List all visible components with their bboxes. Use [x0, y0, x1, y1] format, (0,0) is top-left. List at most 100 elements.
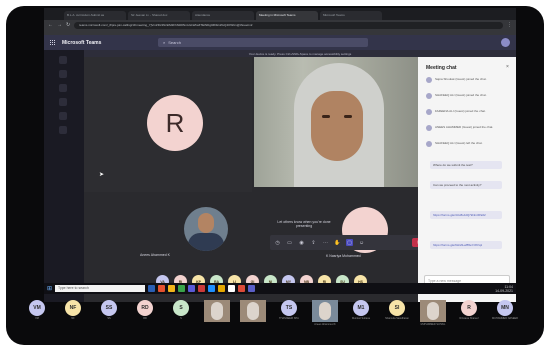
video-person-eye	[344, 115, 352, 118]
windows-taskbar: ⊞ Type here to search 11:04 14-09-2021	[44, 283, 516, 294]
taskbar-app-icon[interactable]	[148, 285, 156, 292]
back-icon[interactable]: ←	[48, 22, 53, 28]
participant-thumbnail[interactable]: Anees Ahammed K	[310, 300, 340, 326]
taskbar-app-icon[interactable]	[158, 285, 166, 292]
participant-initials: VM	[29, 300, 45, 316]
presenter-suit	[188, 233, 224, 251]
participant-name: Shaimola Sasidharan	[385, 317, 409, 320]
participant-photo	[312, 300, 338, 322]
share-tip: Let others know when you're done present…	[277, 220, 331, 228]
more-icon[interactable]: ⋯	[322, 239, 329, 246]
chat-link[interactable]: https://forms.gle/9Hr2tLwB5eYc8Vq1	[430, 241, 502, 249]
chat-message-text: ANEES AHAMMED (Guest) joined the chat.	[435, 125, 494, 129]
rail-item-files[interactable]	[59, 126, 67, 134]
search-icon: ⌕	[163, 40, 166, 45]
presenter-video[interactable]	[184, 207, 228, 251]
rail-item-calls[interactable]	[59, 112, 67, 120]
participant-thumbnail[interactable]: SS	[166, 300, 196, 320]
participant-initials: R	[461, 300, 477, 316]
menu-icon[interactable]: ⋮	[507, 22, 512, 28]
participant-thumbnail[interactable]: SS SS	[94, 300, 124, 320]
browser-tab[interactable]: Attendance	[192, 11, 254, 20]
teams-header: Microsoft Teams ⌕ Search	[44, 35, 516, 50]
participant-name: RD	[143, 317, 147, 320]
rail-item-teams[interactable]	[59, 84, 67, 92]
forward-icon[interactable]: →	[57, 22, 62, 28]
browser-tab[interactable]: Sir Jeevan Lt. - Shared doc	[128, 11, 190, 20]
participant-thumbnail[interactable]	[238, 300, 268, 323]
chat-avatar	[426, 125, 432, 131]
reload-icon[interactable]: ↻	[66, 22, 70, 28]
camera-icon[interactable]: ▭	[286, 239, 293, 246]
participant-thumbnail[interactable]: TS THASNEEM SHA	[274, 300, 304, 320]
participant-initials: M1	[353, 300, 369, 316]
participant-thumbnail[interactable]: RD RD	[130, 300, 160, 320]
chat-message: SHAFEEQ ALI (Guest) left the chat.	[426, 141, 507, 147]
chat-message-text: Sajna Shoukat (Guest) joined the chat.	[435, 77, 487, 81]
participant-thumbnail[interactable]: MN MUHAMMED NASEER	[490, 300, 520, 320]
search-input[interactable]: ⌕ Search	[158, 38, 368, 47]
participant-thumbnail[interactable]: NF NF	[58, 300, 88, 320]
timer-icon: ◷	[275, 239, 280, 246]
video-person-face	[311, 91, 363, 161]
participant-name: MUHAMMED NASEER	[492, 317, 518, 320]
raise-hand-icon[interactable]: ✋	[334, 239, 341, 246]
url-field[interactable]: teams.microsoft.com/_#/pre-join-calling/…	[74, 21, 503, 29]
chat-bubble: Where do we submit the test?	[430, 161, 502, 169]
participant-thumbnail[interactable]: SI Shaimola Sasidharan	[382, 300, 412, 320]
browser-tab[interactable]: B.L.A. curriculum-Submit as	[64, 11, 126, 20]
browser-tab[interactable]: Meeting in Microsoft Teams	[256, 11, 318, 20]
taskbar-search-input[interactable]: Type here to search	[55, 285, 146, 292]
browser-tab[interactable]: Microsoft Teams	[320, 11, 382, 20]
chat-link[interactable]: https://forms.gle/4Ux8sJdQ7kNm3Pa62	[430, 211, 502, 219]
participant-thumbnails: VM VM NF NF SS SS RD RD S S TS THASNEEM SHA Anees Ah…	[22, 300, 528, 336]
video-tile[interactable]	[254, 57, 418, 187]
chat-message-text: FAZEENA ALI (Guest) joined the chat.	[435, 109, 486, 113]
chat-icon[interactable]: ▢	[346, 239, 353, 246]
participant-thumbnail[interactable]: MUHAMMED SUHAIL	[418, 300, 448, 326]
chat-panel: Meeting chat × Sajna Shoukat (Guest) joi…	[418, 57, 516, 302]
left-rail	[44, 50, 84, 302]
participant-photo	[240, 300, 266, 322]
participant-tile[interactable]: R ➤	[84, 57, 252, 192]
participants-icon[interactable]: ☺	[358, 239, 365, 246]
meeting-stage: R ➤ Anees Ahammed K Let others know when…	[84, 57, 430, 302]
screen: B.L.A. curriculum-Submit as Sir Jeevan Lt…	[44, 8, 516, 302]
participant-thumbnail[interactable]: R Rizwana Shareef	[454, 300, 484, 320]
participant-thumbnail[interactable]: M1 Mumtaz Sultana	[346, 300, 376, 320]
share-screen-icon[interactable]: ⇪	[310, 239, 317, 246]
participant-initials: MN	[497, 300, 513, 316]
chat-message: ANEES AHAMMED (Guest) joined the chat.	[426, 125, 507, 131]
participant-name: MUHAMMED SUHAIL	[420, 323, 446, 326]
mouse-cursor-icon: ➤	[99, 172, 105, 178]
taskbar-app-icon[interactable]	[178, 285, 186, 292]
taskbar-app-icon[interactable]	[208, 285, 216, 292]
participant-name: SS	[107, 317, 111, 320]
participant-name: NF	[71, 317, 75, 320]
mic-icon[interactable]: ◉	[298, 239, 305, 246]
participant-initials: NF	[65, 300, 81, 316]
taskbar-app-icon[interactable]	[168, 285, 176, 292]
participant-initials: S	[173, 300, 189, 316]
participant-thumbnail[interactable]	[202, 300, 232, 323]
taskbar-app-icon[interactable]	[248, 285, 256, 292]
call-controls: ◷ ▭ ◉ ⇪ ⋯ ✋ ▢ ☺ ✆	[270, 235, 430, 250]
rail-item-calendar[interactable]	[59, 98, 67, 106]
participant-thumbnail[interactable]: VM VM	[22, 300, 52, 320]
taskbar-app-icon[interactable]	[228, 285, 236, 292]
chat-message: Sajna Shoukat (Guest) joined the chat.	[426, 77, 507, 83]
app-title: Microsoft Teams	[62, 39, 102, 46]
rail-item-chat[interactable]	[59, 70, 67, 78]
taskbar-app-icon[interactable]	[218, 285, 226, 292]
taskbar-app-icon[interactable]	[198, 285, 206, 292]
app-launcher-icon[interactable]	[50, 39, 56, 46]
rail-item-activity[interactable]	[59, 56, 67, 64]
participant-name: Anees Ahammed K	[314, 323, 336, 326]
avatar[interactable]	[501, 38, 510, 47]
clock-date: 14-09-2021	[495, 288, 513, 293]
close-icon[interactable]: ×	[506, 64, 509, 70]
chat-message: FAZEENA ALI (Guest) joined the chat.	[426, 109, 507, 115]
windows-start-icon[interactable]: ⊞	[47, 285, 52, 292]
taskbar-app-icon[interactable]	[188, 285, 196, 292]
taskbar-app-icon[interactable]	[238, 285, 246, 292]
